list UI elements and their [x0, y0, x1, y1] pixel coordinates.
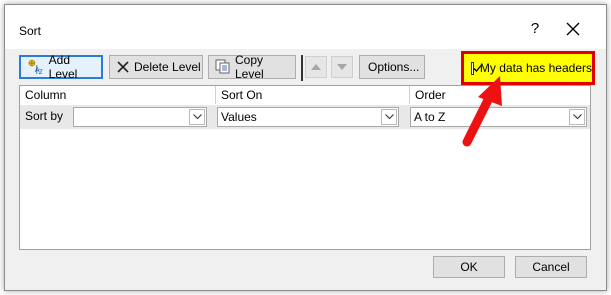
cancel-button[interactable]: Cancel: [515, 256, 587, 278]
svg-text:Z: Z: [39, 70, 43, 75]
order-select[interactable]: A to Z: [410, 107, 587, 127]
column-header-sort-on: Sort On: [221, 88, 263, 102]
move-down-icon: [337, 64, 347, 70]
close-button[interactable]: [561, 18, 585, 40]
move-down-button[interactable]: [331, 56, 353, 78]
column-dropdown-button[interactable]: [189, 109, 205, 125]
dropdown-chevron-icon: [193, 114, 202, 120]
sort-dialog: Sort ? A Z Add Level Delete Level: [4, 4, 607, 291]
sort-on-select[interactable]: Values: [217, 107, 399, 127]
order-dropdown-button[interactable]: [569, 109, 585, 125]
sort-levels-grid: Column Sort On Order Sort by Values A to…: [19, 85, 591, 250]
copy-level-icon: [215, 59, 230, 74]
checkbox-box[interactable]: [471, 61, 482, 75]
add-level-icon: A Z: [28, 59, 43, 75]
sort-on-dropdown-button[interactable]: [381, 109, 397, 125]
dropdown-chevron-icon: [573, 114, 582, 120]
sort-by-label: Sort by: [25, 109, 64, 123]
title-bar: Sort ?: [5, 5, 606, 49]
checkmark-icon: [473, 64, 482, 72]
options-label: Options...: [368, 60, 420, 74]
add-level-label: Add Level: [48, 53, 78, 81]
move-up-button[interactable]: [305, 56, 327, 78]
close-icon: [566, 22, 580, 36]
sort-level-row[interactable]: Sort by Values A to Z: [20, 105, 590, 129]
toolbar-separator: [301, 55, 303, 81]
options-button[interactable]: Options...: [359, 55, 425, 79]
move-up-icon: [311, 64, 321, 70]
order-select-value: A to Z: [414, 110, 446, 124]
my-data-has-headers-checkbox[interactable]: My data has headers: [461, 51, 595, 85]
delete-x-icon: [117, 61, 129, 73]
delete-level-button[interactable]: Delete Level: [109, 55, 203, 79]
column-header-column: Column: [25, 88, 67, 102]
window-title: Sort: [19, 24, 42, 38]
column-select[interactable]: [73, 107, 207, 127]
ok-button[interactable]: OK: [433, 256, 505, 278]
column-header-order: Order: [415, 88, 446, 102]
sort-on-select-value: Values: [221, 110, 257, 124]
help-button[interactable]: ?: [525, 19, 545, 39]
delete-level-label: Delete Level: [134, 60, 201, 74]
my-data-has-headers-label: My data has headers: [479, 61, 592, 75]
add-level-button[interactable]: A Z Add Level: [19, 53, 103, 81]
dropdown-chevron-icon: [385, 114, 394, 120]
copy-level-button[interactable]: Copy Level: [208, 53, 296, 81]
copy-level-label: Copy Level: [234, 53, 264, 81]
